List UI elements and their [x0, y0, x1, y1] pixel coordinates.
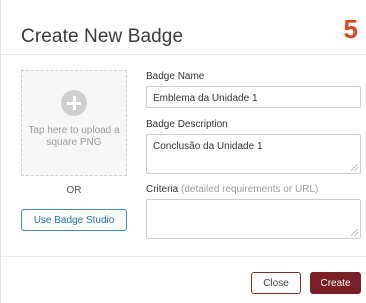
criteria-hint: (detailed requirements or URL): [181, 184, 319, 195]
criteria-textarea[interactable]: [146, 199, 361, 239]
criteria-label-text: Criteria: [146, 184, 179, 195]
close-button[interactable]: Close: [251, 272, 301, 294]
step-number-badge: 5: [343, 14, 358, 44]
resize-handle-icon[interactable]: [351, 229, 358, 236]
badge-description-label: Badge Description: [146, 119, 228, 130]
use-badge-studio-button[interactable]: Use Badge Studio: [21, 209, 127, 231]
footer-divider: [1, 256, 366, 257]
or-separator: OR: [66, 185, 82, 196]
plus-circle-icon: [61, 90, 87, 116]
header-divider: [1, 54, 366, 55]
badge-description-textarea[interactable]: Conclusão da Unidade 1: [146, 134, 361, 174]
upload-png-dropzone[interactable]: Tap here to upload a square PNG: [21, 70, 127, 176]
create-button[interactable]: Create: [310, 272, 361, 294]
upload-instructions: Tap here to upload a square PNG: [28, 125, 120, 148]
resize-handle-icon[interactable]: [351, 164, 358, 171]
badge-name-label: Badge Name: [146, 71, 205, 82]
badge-name-input[interactable]: Emblema da Unidade 1: [146, 86, 361, 108]
badge-description-value: Conclusão da Unidade 1: [153, 141, 263, 152]
dialog-title: Create New Badge: [21, 26, 184, 47]
criteria-label: Criteria (detailed requirements or URL): [146, 184, 318, 195]
create-badge-dialog: Create New Badge 5 Tap here to upload a …: [0, 0, 366, 303]
